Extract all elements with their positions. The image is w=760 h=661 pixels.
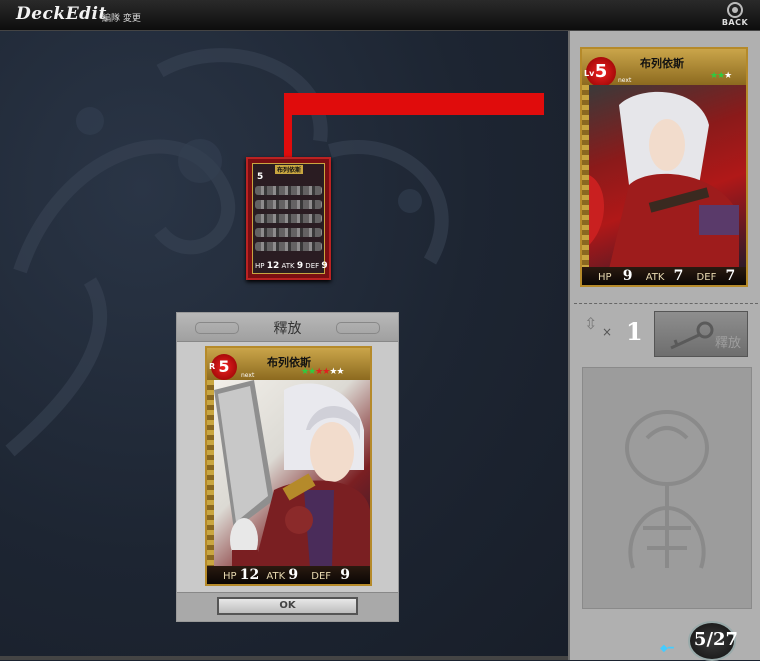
card-level: 5 — [218, 357, 230, 376]
card-side-strip — [207, 380, 214, 568]
release-button[interactable]: 釋放 — [654, 311, 748, 357]
deck-count: 5/27 — [693, 629, 739, 650]
chain-icon — [255, 228, 322, 237]
chain-icon — [255, 214, 322, 223]
def-value: 9 — [340, 567, 350, 583]
dialog-footer: OK — [177, 592, 398, 621]
preview-def-value: 7 — [725, 268, 736, 284]
preview-card-name: 布列依斯 — [640, 57, 684, 70]
locked-card[interactable]: 布列依斯 5 HP 12 ATK 9 DEF 9 — [246, 157, 331, 280]
release-card: 5 R 布列依斯 next ★★★★★★ HP 12 ATK 9 DEF 9 — [205, 346, 372, 586]
atk-value: 9 — [288, 567, 299, 583]
preview-hp-label: HP — [598, 272, 612, 283]
preview-def-label: DEF — [696, 272, 717, 283]
preview-card-stats: HP 9 ATK 7 DEF 7 — [582, 267, 746, 285]
ok-button[interactable]: OK — [217, 597, 358, 615]
ornament-icon — [336, 322, 380, 334]
chain-icon — [255, 242, 322, 251]
app-title: DeckEdit — [16, 4, 107, 24]
deck-counter-ornament-icon: ◆━ — [660, 643, 674, 654]
preview-side-strip — [582, 85, 589, 269]
lv-label: Lv — [584, 69, 595, 78]
empty-card-slot — [582, 367, 752, 609]
back-button[interactable]: BACK — [718, 2, 752, 28]
right-panel: 5 Lv 布列依斯 next ★★★ HP 9 ATK 7 DEF 7 ⇳ × … — [568, 31, 760, 661]
character-illustration — [214, 380, 370, 568]
chain-icon — [255, 200, 322, 209]
swap-arrows-icon: ⇳ — [584, 314, 598, 333]
rarity-stars: ★★★★★★ — [301, 367, 344, 377]
panel-divider — [574, 303, 758, 304]
preview-next-label: next — [618, 77, 632, 84]
locked-card-level: 5 — [257, 172, 264, 182]
back-icon — [727, 2, 743, 18]
preview-atk-label: ATK — [645, 272, 665, 283]
dialog-header: 釋放 — [177, 313, 398, 342]
locked-card-atk: 9 — [296, 261, 304, 271]
rarity-label: R — [209, 362, 216, 371]
star-icon: ★ — [724, 71, 732, 81]
preview-rarity-stars: ★★★ — [710, 71, 732, 81]
star-icon: ★ — [336, 367, 344, 377]
hp-label: HP — [223, 571, 237, 582]
deck-counter: ◆━ 5/27 — [660, 621, 748, 661]
preview-card-header: 5 Lv 布列依斯 next ★★★ — [582, 49, 746, 87]
release-count: 1 — [626, 317, 643, 346]
preview-character-illustration — [589, 91, 739, 269]
release-button-label: 釋放 — [714, 336, 741, 351]
top-bar: DeckEdit 編隊 変更 BACK — [0, 0, 760, 31]
locked-card-frame: 布列依斯 5 HP 12 ATK 9 DEF 9 — [252, 163, 328, 274]
preview-card-artwork — [589, 85, 746, 269]
screen-subtitle: 編隊 変更 — [102, 14, 141, 24]
chain-icon — [255, 186, 322, 195]
card-stats: HP 12 ATK 9 DEF 9 — [207, 566, 370, 584]
locked-card-hp: 12 — [266, 261, 280, 271]
back-label: BACK — [721, 18, 749, 27]
hp-value: 12 — [239, 567, 260, 583]
count-multiplier: × — [602, 325, 613, 339]
card-header: 5 R 布列依斯 next ★★★★★★ — [207, 348, 370, 380]
bottom-border — [0, 656, 568, 660]
preview-atk-value: 7 — [673, 268, 684, 284]
next-label: next — [241, 372, 255, 379]
guide-arrow-bar — [284, 93, 544, 115]
preview-card-level: 5 — [594, 61, 608, 82]
emblem-icon — [625, 410, 709, 569]
locked-card-stats: HP 12 ATK 9 DEF 9 — [255, 261, 328, 271]
card-artwork — [214, 380, 370, 568]
atk-label: ATK — [266, 571, 286, 582]
locked-card-name: 布列依斯 — [275, 165, 304, 174]
locked-card-def: 9 — [321, 261, 328, 271]
key-icon — [670, 321, 714, 350]
def-label: DEF — [311, 571, 332, 582]
preview-card[interactable]: 5 Lv 布列依斯 next ★★★ HP 9 ATK 7 DEF 7 — [580, 47, 748, 287]
preview-hp-value: 9 — [622, 268, 633, 284]
